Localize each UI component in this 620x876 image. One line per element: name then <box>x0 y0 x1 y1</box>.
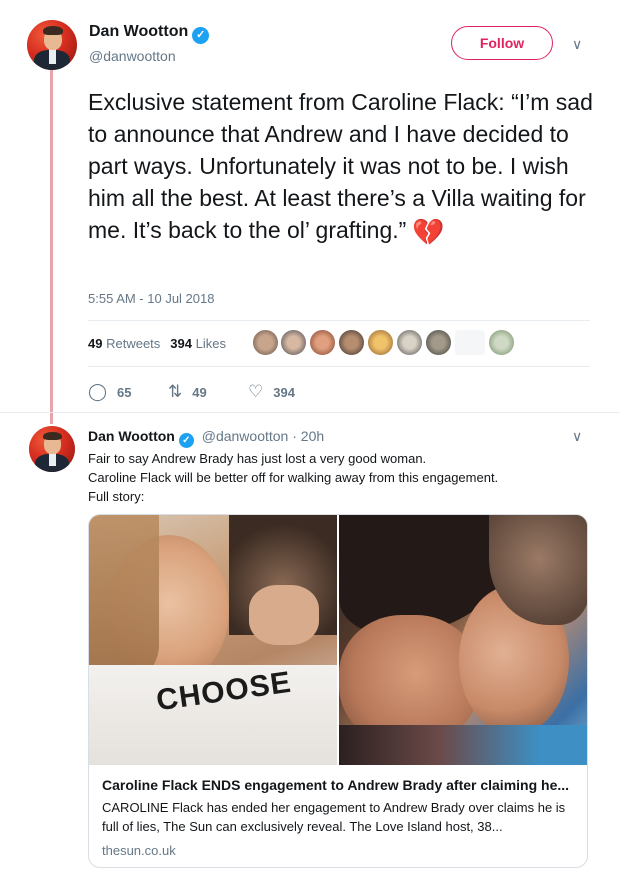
card-domain: thesun.co.uk <box>102 843 176 858</box>
divider <box>0 412 620 413</box>
reply-line: Caroline Flack will be better off for wa… <box>88 470 499 485</box>
card-title[interactable]: Caroline Flack ENDS engagement to Andrew… <box>102 777 576 793</box>
follow-button[interactable]: Follow <box>451 26 553 60</box>
card-body[interactable]: Caroline Flack ENDS engagement to Andrew… <box>102 777 576 858</box>
tweet-body: Exclusive statement from Caroline Flack:… <box>88 89 593 243</box>
author-name-block[interactable]: Dan Wootton ✓ <box>89 23 210 44</box>
reply-author-name[interactable]: Dan Wootton <box>88 428 175 444</box>
reply-icon[interactable]: ◯ <box>88 382 107 402</box>
verified-badge-icon: ✓ <box>192 27 210 44</box>
reply-count: 65 <box>117 384 132 400</box>
likes-label: Likes <box>195 336 226 351</box>
card-image-right[interactable] <box>339 515 587 765</box>
reply-line: Fair to say Andrew Brady has just lost a… <box>88 451 427 466</box>
card-description: CAROLINE Flack has ended her engagement … <box>102 800 566 834</box>
chevron-down-icon[interactable]: ∨ <box>572 428 582 445</box>
liker-avatar[interactable] <box>488 329 515 356</box>
retweets-count: 49 <box>88 336 103 351</box>
retweets-stat[interactable]: 49 Retweets <box>88 336 160 351</box>
liker-avatar[interactable] <box>425 329 452 356</box>
chevron-down-icon[interactable]: ∨ <box>572 36 582 53</box>
liker-avatar[interactable] <box>252 329 279 356</box>
divider <box>88 320 590 321</box>
retweets-label: Retweets <box>106 336 161 351</box>
tweet-stats: 49 Retweets 394 Likes <box>88 336 226 351</box>
liker-avatar[interactable] <box>338 329 365 356</box>
retweet-action[interactable]: ⇅ 49 <box>168 382 207 402</box>
liker-avatar[interactable] <box>367 329 394 356</box>
tweet-text: Exclusive statement from Caroline Flack:… <box>88 86 598 248</box>
author-name[interactable]: Dan Wootton <box>89 23 188 40</box>
reply-header: Dan Wootton ✓ @danwootton · 20h <box>88 428 324 448</box>
likes-stat[interactable]: 394 Likes <box>170 336 226 351</box>
heart-icon[interactable]: ♡ <box>248 382 263 402</box>
like-count: 394 <box>273 384 295 400</box>
liker-avatar[interactable] <box>280 329 307 356</box>
divider <box>88 366 590 367</box>
like-action[interactable]: ♡ 394 <box>248 382 295 402</box>
retweet-count: 49 <box>192 384 207 400</box>
reply-action[interactable]: ◯ 65 <box>88 382 132 402</box>
reply-line: Full story: <box>88 489 145 504</box>
reply-text: Fair to say Andrew Brady has just lost a… <box>88 449 588 506</box>
reply-avatar[interactable] <box>29 426 75 472</box>
liker-avatar[interactable] <box>454 329 486 356</box>
reply-author-handle[interactable]: @danwootton <box>202 428 289 444</box>
verified-badge-icon: ✓ <box>178 433 194 448</box>
card-image-left[interactable]: CHOOSE <box>89 515 337 765</box>
likes-count: 394 <box>170 336 192 351</box>
thread-connector-line <box>50 64 53 424</box>
link-card[interactable]: CHOOSE Caroline Flack ENDS engagement to… <box>88 514 588 868</box>
broken-heart-emoji: 💔 <box>412 217 445 247</box>
reply-time[interactable]: · 20h <box>292 428 324 444</box>
liker-avatar[interactable] <box>396 329 423 356</box>
avatar[interactable] <box>27 20 77 70</box>
retweet-icon[interactable]: ⇅ <box>168 382 182 402</box>
liker-avatar[interactable] <box>309 329 336 356</box>
author-handle[interactable]: @danwootton <box>89 48 176 64</box>
tweet-timestamp[interactable]: 5:55 AM - 10 Jul 2018 <box>88 291 214 306</box>
